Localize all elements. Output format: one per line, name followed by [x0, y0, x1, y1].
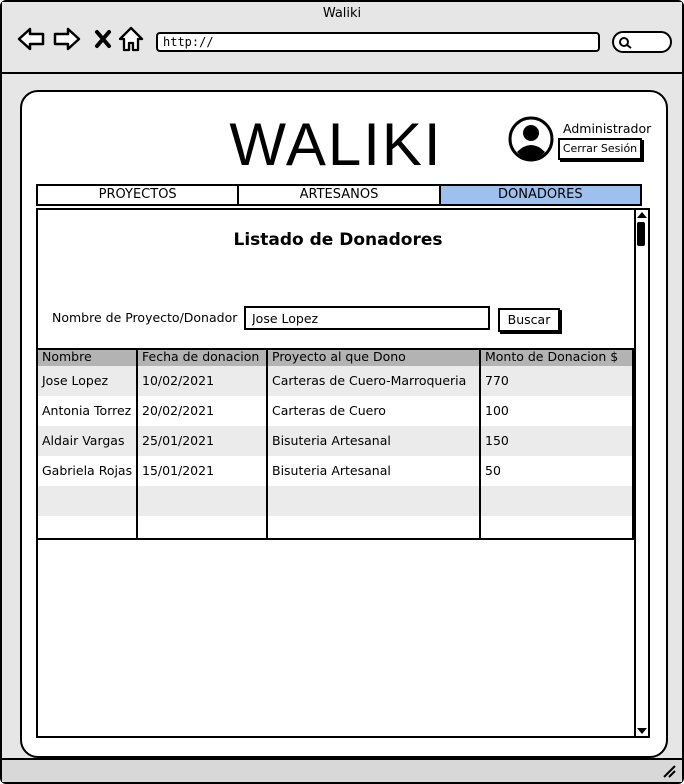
browser-toolbar: Waliki http:// [2, 2, 682, 74]
donor-name-cell [38, 486, 138, 516]
main-tabs: PROYECTOS ARTESANOS DONADORES [36, 184, 642, 206]
column-header[interactable]: Fecha de donacion [138, 350, 268, 366]
search-icon [619, 37, 632, 49]
amount-cell: 50 [485, 463, 501, 478]
close-icon[interactable] [88, 24, 118, 54]
tab-artesanos[interactable]: ARTESANOS [239, 186, 441, 204]
project-cell: Bisuteria Artesanal [268, 456, 481, 486]
donor-search-input[interactable] [244, 306, 490, 330]
donor-name-cell: Antonia Torrez [38, 396, 138, 426]
donation-date-cell [138, 486, 268, 516]
donor-name-cell: Gabriela Rojas [38, 456, 138, 486]
project-cell [268, 516, 481, 538]
back-icon[interactable] [16, 24, 46, 54]
amount-cell [481, 516, 632, 538]
vertical-scrollbar[interactable] [634, 210, 648, 736]
donation-date-cell: 15/01/2021 [138, 456, 268, 486]
project-cell: Carteras de Cuero [268, 396, 481, 426]
content-panel: Listado de Donadores Nombre de Proyecto/… [36, 208, 650, 738]
scroll-up-icon[interactable] [636, 210, 648, 220]
column-header[interactable]: Monto de Donacion $ [481, 350, 632, 366]
donation-date-cell: 25/01/2021 [138, 426, 268, 456]
url-input[interactable]: http:// [156, 32, 600, 52]
logout-button[interactable]: Cerrar Sesión [558, 138, 642, 160]
amount-cell [481, 486, 632, 516]
status-bar [2, 758, 682, 782]
column-header[interactable]: Proyecto al que Dono [268, 350, 481, 366]
donation-date-cell: 20/02/2021 [138, 396, 268, 426]
table-row[interactable] [38, 516, 632, 538]
project-cell: Bisuteria Artesanal [268, 426, 481, 456]
table-row[interactable]: Gabriela Rojas 15/01/2021 Bisuteria Arte… [38, 456, 632, 486]
tab-proyectos[interactable]: PROYECTOS [38, 186, 240, 204]
user-icon [508, 116, 554, 162]
amount-cell: 100 [485, 403, 509, 418]
donor-name-cell: Aldair Vargas [38, 426, 138, 456]
donors-table: Nombre Fecha de donacion Proyecto al que… [38, 348, 634, 540]
user-role-label: Administrador [563, 121, 652, 136]
filter-label: Nombre de Proyecto/Donador [52, 310, 238, 325]
scroll-down-icon[interactable] [636, 726, 648, 736]
donor-name-cell: Jose Lopez [38, 366, 138, 396]
browser-search-field[interactable] [612, 31, 672, 53]
forward-icon[interactable] [52, 24, 82, 54]
table-row[interactable]: Antonia Torrez 20/02/2021 Carteras de Cu… [38, 396, 632, 426]
page-title: Listado de Donadores [233, 230, 443, 250]
column-header[interactable]: Nombre [38, 350, 138, 366]
table-row[interactable]: Jose Lopez 10/02/2021 Carteras de Cuero-… [38, 366, 632, 396]
resize-grip-icon[interactable] [660, 762, 676, 778]
search-button[interactable]: Buscar [498, 308, 560, 332]
site-logo: WALIKI [229, 111, 443, 178]
table-header-row: Nombre Fecha de donacion Proyecto al que… [38, 350, 632, 366]
window-title: Waliki [322, 6, 362, 21]
avatar [508, 116, 554, 162]
project-cell: Carteras de Cuero-Marroqueria [268, 366, 481, 396]
scroll-thumb[interactable] [637, 222, 645, 246]
amount-cell: 150 [485, 433, 509, 448]
home-icon[interactable] [116, 24, 146, 54]
table-row[interactable] [38, 486, 632, 516]
tab-donadores[interactable]: DONADORES [440, 186, 640, 204]
project-cell [268, 486, 481, 516]
amount-cell: 770 [485, 373, 509, 388]
donation-date-cell [138, 516, 268, 538]
table-row[interactable]: Aldair Vargas 25/01/2021 Bisuteria Artes… [38, 426, 632, 456]
donation-date-cell: 10/02/2021 [138, 366, 268, 396]
donor-name-cell [38, 516, 138, 538]
